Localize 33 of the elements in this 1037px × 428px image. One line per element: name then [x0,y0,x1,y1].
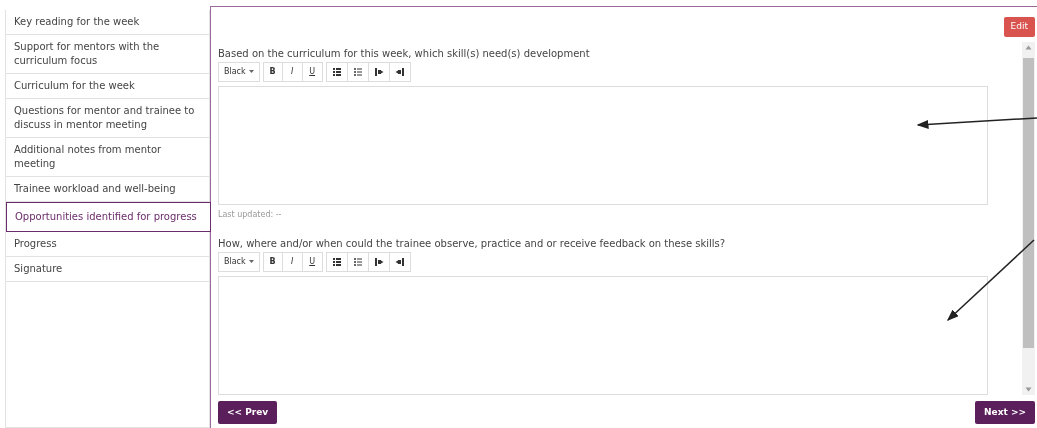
last-updated-text: Last updated: -- [218,208,283,221]
edit-button[interactable]: Edit [1003,17,1035,37]
question-label: Based on the curriculum for this week, which skill(s) need(s) development [218,46,591,60]
next-button[interactable]: Next >> [975,400,1035,424]
format-button[interactable]: B [262,251,283,272]
caret-icon [248,260,254,263]
color-dropdown[interactable]: Black [218,251,260,272]
toolbar-button[interactable] [389,61,411,82]
sidebar-item[interactable]: Opportunities identified for progress [6,202,211,232]
toolbar-button[interactable] [347,61,369,82]
outdent-icon [394,256,405,267]
toolbar-button[interactable] [389,251,411,272]
numbered-list-icon [331,66,342,77]
toolbar-button[interactable] [368,61,390,82]
numbered-list-icon [331,256,342,267]
toolbar-button[interactable] [368,251,390,272]
toolbar-button[interactable] [347,251,369,272]
prev-button[interactable]: << Prev [218,400,278,424]
format-button[interactable]: I [282,251,303,272]
format-button[interactable]: I [282,61,303,82]
format-button[interactable]: U [302,251,323,272]
format-button[interactable]: U [302,61,323,82]
toolbar-button[interactable] [325,251,348,272]
outdent-icon [394,66,405,77]
indent-icon [373,66,384,77]
bullet-list-icon [352,66,363,77]
caret-icon [248,70,254,73]
format-button[interactable]: B [262,61,283,82]
toolbar-button[interactable] [325,61,348,82]
color-dropdown[interactable]: Black [218,61,260,82]
indent-icon [373,256,384,267]
bullet-list-icon [352,256,363,267]
question-label: How, where and/or when could the trainee observe, practice and or receive feedback on these skills? [218,236,727,250]
